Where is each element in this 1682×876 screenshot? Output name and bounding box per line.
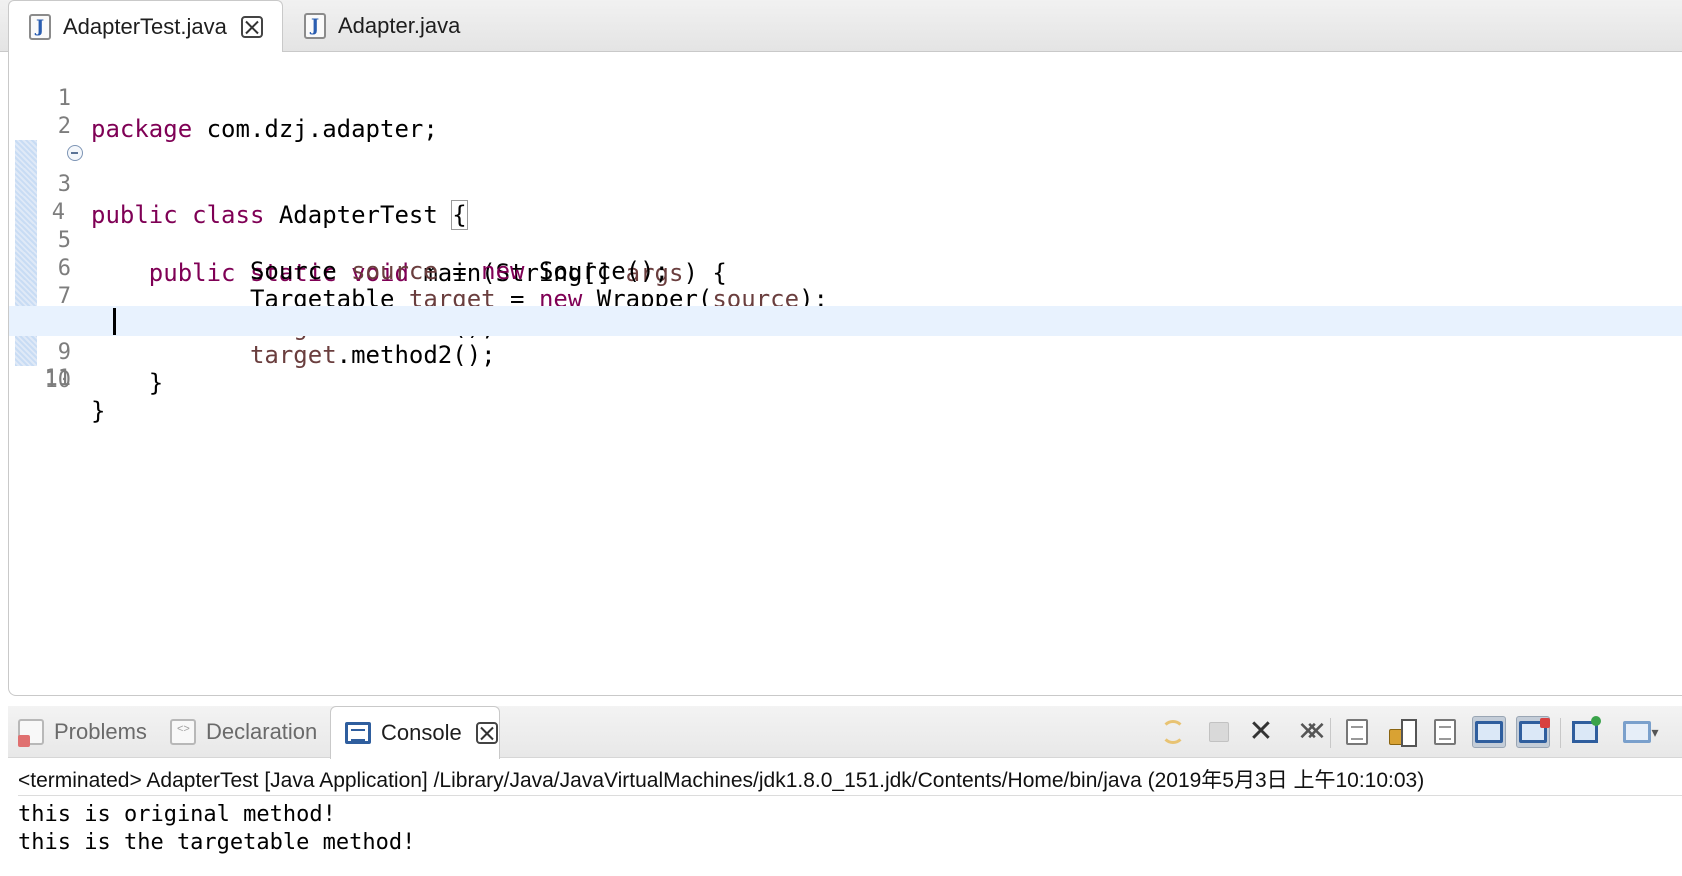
remove-all-terminated-icon[interactable]: ✕✕	[1288, 716, 1326, 748]
java-file-icon	[29, 14, 51, 40]
close-icon[interactable]	[240, 16, 263, 38]
remove-launch-icon[interactable]: ✕	[1244, 716, 1278, 748]
show-on-stderr-icon[interactable]	[1516, 716, 1550, 748]
tab-problems[interactable]: Problems	[14, 706, 158, 758]
line-number: 11	[44, 366, 72, 391]
panel-tab-bar: Problems Declaration Console ✕ ✕✕	[8, 706, 1682, 759]
code-editor[interactable]: 1 package com.dzj.adapter; 2 3 public cl…	[8, 52, 1682, 696]
tab-console[interactable]: Console	[330, 706, 500, 759]
pin-console-icon[interactable]	[1568, 716, 1602, 748]
console-output-line[interactable]: this is original method!	[18, 801, 1678, 829]
close-icon[interactable]	[475, 722, 498, 744]
code-line[interactable]: 6 Targetable target = new Wrapper(source…	[9, 194, 1682, 313]
toolbar-separator	[1560, 718, 1561, 748]
code-line[interactable]: 3 public class AdapterTest {	[9, 110, 1682, 230]
code-line[interactable]: 5 Source source = new Source();	[9, 166, 1682, 285]
declaration-icon	[170, 719, 196, 745]
tab-declaration[interactable]: Declaration	[166, 706, 326, 758]
toolbar-separator	[1330, 718, 1331, 748]
word-wrap-icon[interactable]	[1428, 716, 1462, 748]
bottom-panel: Problems Declaration Console ✕ ✕✕	[8, 706, 1682, 876]
terminate-icon[interactable]	[1202, 716, 1236, 748]
java-file-icon	[304, 13, 326, 39]
code-line[interactable]: 9 }	[9, 278, 1682, 397]
eclipse-workbench: AdapterTest.java Adapter.java 1 package …	[0, 0, 1682, 876]
refresh-icon[interactable]	[1156, 716, 1190, 748]
console-status: <terminated> AdapterTest [Java Applicati…	[18, 766, 1682, 796]
code-text: }	[91, 369, 164, 397]
code-line[interactable]: 8 target.method2();	[9, 250, 1682, 369]
tab-label: Console	[381, 720, 462, 745]
code-line-current[interactable]: 10 }	[9, 306, 1682, 425]
code-line[interactable]: 1 package com.dzj.adapter;	[9, 54, 1682, 143]
tab-adaptertest-java[interactable]: AdapterTest.java	[8, 0, 283, 53]
code-line[interactable]: 7 target.method1();	[9, 222, 1682, 341]
text-caret	[113, 308, 116, 335]
scroll-lock-icon[interactable]	[1384, 716, 1418, 748]
code-line[interactable]: 11	[9, 334, 1682, 391]
tab-label: Problems	[54, 719, 147, 744]
tab-label: Adapter.java	[338, 13, 461, 38]
tab-adapter-java[interactable]: Adapter.java	[284, 0, 504, 52]
show-on-stdout-icon[interactable]	[1472, 716, 1506, 748]
tab-label: AdapterTest.java	[63, 14, 227, 39]
code-line[interactable]: 2	[9, 82, 1682, 139]
editor-tab-bar: AdapterTest.java Adapter.java	[0, 0, 1682, 53]
collapse-fold-icon[interactable]	[67, 145, 83, 161]
console-output-line[interactable]: this is the targetable method!	[18, 829, 1678, 857]
display-console-icon[interactable]: ▾	[1616, 716, 1666, 748]
problems-icon	[18, 719, 44, 747]
console-icon	[345, 722, 371, 744]
clear-console-icon[interactable]	[1340, 716, 1374, 748]
tab-label: Declaration	[206, 719, 318, 744]
code-line[interactable]: 4 public static void main(String[] args)…	[9, 138, 1682, 287]
